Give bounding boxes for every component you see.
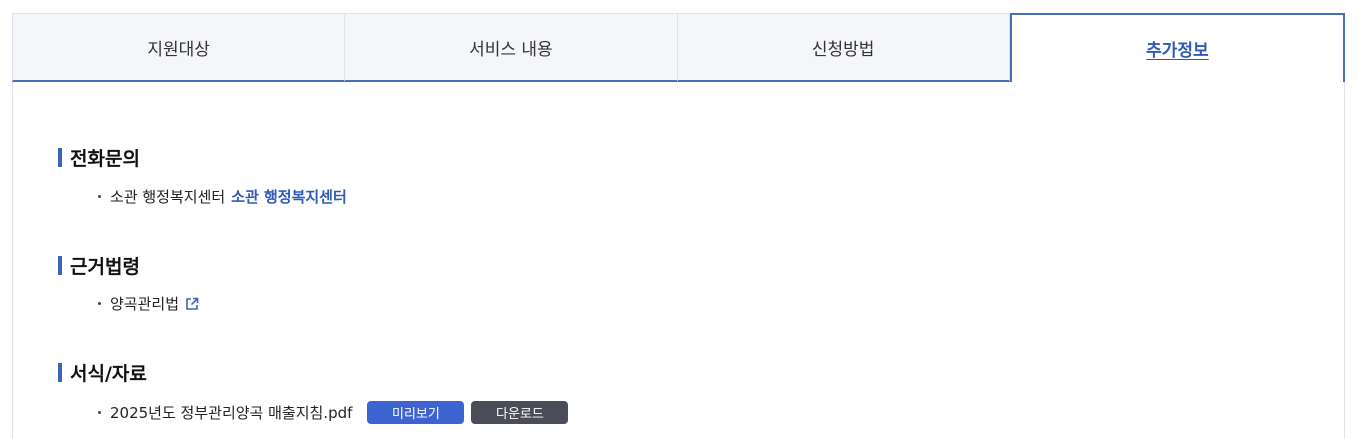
law-item: 양곡관리법 [98,293,199,314]
tab-how-to-apply[interactable]: 신청방법 [677,13,1010,82]
section-marker [58,255,62,275]
section-title: 전화문의 [58,144,140,170]
form-file-item: 2025년도 정부관리양곡 매출지침.pdf 미리보기 다운로드 [98,401,569,424]
contact-label: 소관 행정복지센터 [110,188,226,206]
bullet-dot [98,411,101,414]
section-marker [58,362,62,382]
tab-label: 서비스 내용 [469,39,553,60]
section-title: 서식/자료 [58,359,147,385]
section-title-text: 서식/자료 [70,362,147,385]
section-title-text: 전화문의 [70,147,140,170]
tab-label: 신청방법 [811,39,875,60]
tab-eligibility[interactable]: 지원대상 [12,13,346,82]
tab-bar: 지원대상 서비스 내용 신청방법 추가정보 [12,13,1345,82]
law-name[interactable]: 양곡관리법 [110,293,179,314]
bullet-dot [98,302,101,305]
preview-button[interactable]: 미리보기 [367,401,465,424]
section-marker [58,147,62,167]
section-forms: 서식/자료 [58,359,147,385]
contact-office-link[interactable]: 소관 행정복지센터 [231,186,347,207]
file-name: 2025년도 정부관리양곡 매출지침.pdf [110,404,353,422]
external-link-icon[interactable] [185,297,199,311]
bullet-dot [98,195,101,198]
contact-item: 소관 행정복지센터 소관 행정복지센터 [98,186,347,207]
download-button[interactable]: 다운로드 [471,401,569,424]
tab-service-content[interactable]: 서비스 내용 [345,13,678,82]
tab-content-panel: 전화문의 소관 행정복지센터 소관 행정복지센터 근거법령 양곡관리법 서식/자… [12,82,1345,439]
tab-label: 지원대상 [147,39,210,60]
section-title: 근거법령 [58,252,140,278]
section-law: 근거법령 [58,252,140,278]
section-title-text: 근거법령 [70,255,140,278]
section-contact: 전화문의 [58,144,140,170]
tab-additional-info[interactable]: 추가정보 [1009,13,1345,82]
page: 지원대상 서비스 내용 신청방법 추가정보 전화문의 소관 행정복지센터 소관 … [0,0,1358,439]
tab-label: 추가정보 [1146,41,1209,61]
